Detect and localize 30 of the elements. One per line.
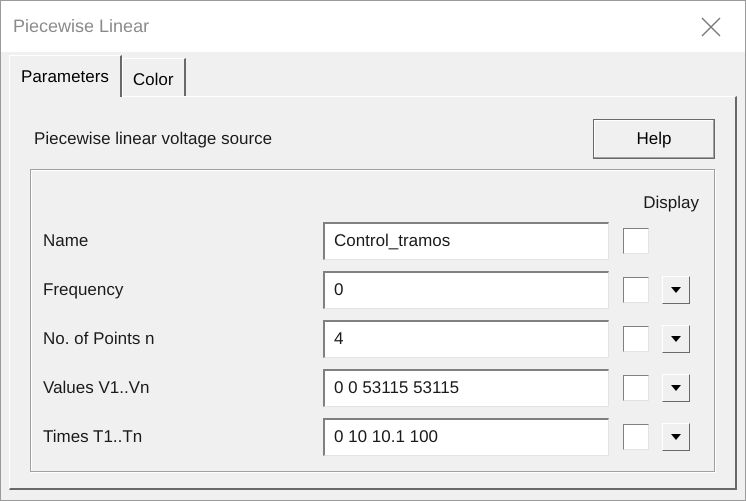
tab[interactable]: Color: [122, 58, 186, 96]
tab[interactable]: Parameters: [9, 55, 122, 97]
parameter-label: Frequency: [42, 278, 124, 301]
display-checkbox[interactable]: [623, 424, 649, 450]
parameter-field[interactable]: 0: [323, 270, 609, 308]
parameter-field[interactable]: Control_tramos: [323, 222, 609, 260]
description-text: Piecewise linear voltage source: [33, 128, 272, 150]
display-header: Display: [643, 192, 699, 214]
window-title: Piecewise Linear: [13, 15, 150, 38]
display-checkbox[interactable]: [623, 228, 649, 254]
close-icon[interactable]: [701, 16, 721, 36]
parameter-label: Values V1..Vn: [42, 376, 150, 399]
display-checkbox[interactable]: [623, 326, 649, 352]
caret-icon: [671, 286, 681, 292]
dropdown-button[interactable]: [662, 324, 690, 352]
display-checkbox[interactable]: [623, 374, 649, 400]
parameter-label: Name: [42, 230, 90, 252]
parameter-label: Times T1..Tn: [42, 426, 144, 448]
parameter-label: No. of Points n: [42, 328, 156, 350]
dropdown-button[interactable]: [662, 276, 690, 304]
parameter-field[interactable]: 0 0 53115 53115: [323, 368, 609, 406]
caret-icon: [671, 336, 681, 342]
caret-icon: [671, 434, 681, 440]
dropdown-button[interactable]: [662, 422, 690, 450]
caret-icon: [671, 384, 681, 390]
help-button[interactable]: Help: [593, 119, 715, 159]
display-checkbox[interactable]: [623, 276, 649, 302]
dropdown-button[interactable]: [662, 374, 690, 402]
parameter-field[interactable]: 0 10 10.1 100: [323, 418, 609, 456]
parameter-field[interactable]: 4: [323, 320, 609, 358]
